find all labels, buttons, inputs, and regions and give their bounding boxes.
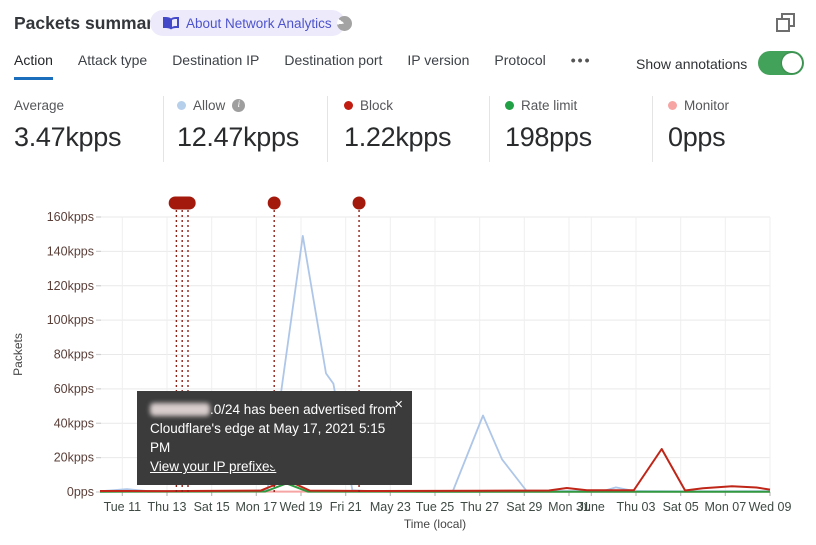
x-tick-label: Thu 27 bbox=[460, 500, 499, 514]
x-tick-label: Tue 25 bbox=[416, 500, 455, 514]
annotation-marker-dot[interactable] bbox=[267, 196, 281, 210]
view-ip-prefixes-link[interactable]: View your IP prefixes bbox=[150, 459, 276, 474]
annotation-marker-pill[interactable] bbox=[168, 196, 196, 210]
y-tick-label: 100kpps bbox=[47, 313, 94, 327]
y-axis-title: Packets bbox=[11, 333, 25, 376]
y-tick-label: 160kpps bbox=[47, 210, 94, 224]
annotation-marker-dot[interactable] bbox=[352, 196, 366, 210]
x-tick-label: Mon 07 bbox=[704, 500, 746, 514]
close-icon[interactable]: × bbox=[394, 394, 403, 415]
tooltip-line1: .0/24 has been advertised from bbox=[210, 402, 397, 417]
redacted-prefix bbox=[150, 403, 210, 416]
y-tick-label: 0pps bbox=[67, 485, 94, 499]
y-tick-label: 140kpps bbox=[47, 244, 94, 258]
x-tick-label: Wed 19 bbox=[280, 500, 323, 514]
x-tick-label: Fri 21 bbox=[330, 500, 362, 514]
tooltip-line2: Cloudflare's edge at May 17, 2021 5:15 P… bbox=[150, 421, 386, 456]
x-tick-label: Sat 05 bbox=[663, 500, 699, 514]
x-tick-label: May 23 bbox=[370, 500, 411, 514]
y-tick-label: 40kpps bbox=[54, 416, 94, 430]
y-tick-label: 80kpps bbox=[54, 348, 94, 362]
x-tick-label: Mon 17 bbox=[235, 500, 277, 514]
x-tick-label: June bbox=[578, 500, 605, 514]
y-tick-label: 60kpps bbox=[54, 382, 94, 396]
x-axis-title: Time (local) bbox=[404, 517, 466, 531]
y-tick-label: 120kpps bbox=[47, 279, 94, 293]
x-tick-label: Thu 03 bbox=[617, 500, 656, 514]
x-tick-label: Sat 15 bbox=[194, 500, 230, 514]
x-tick-label: Thu 13 bbox=[148, 500, 187, 514]
tooltip-pointer bbox=[266, 459, 288, 472]
x-tick-label: Tue 11 bbox=[104, 500, 142, 514]
y-tick-label: 20kpps bbox=[54, 451, 94, 465]
x-tick-label: Sat 29 bbox=[506, 500, 542, 514]
x-tick-label: Wed 09 bbox=[749, 500, 792, 514]
